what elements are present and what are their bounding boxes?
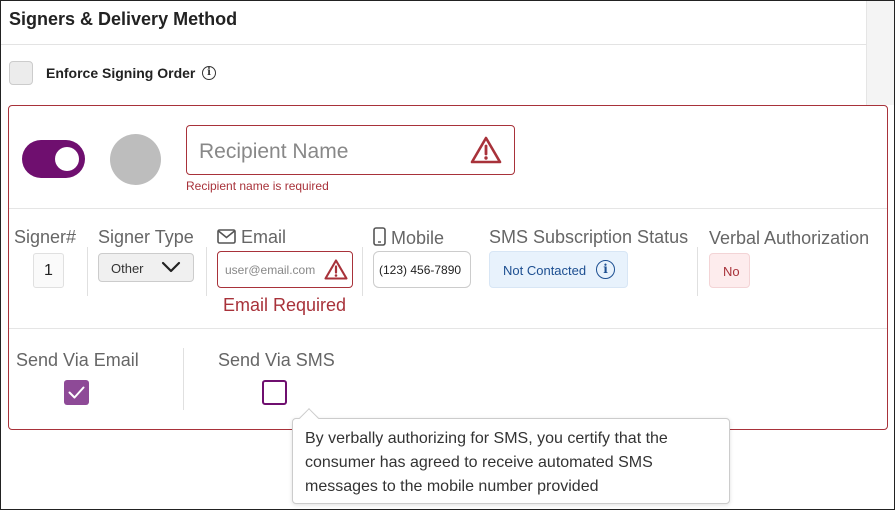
tooltip-text: By verbally authorizing for SMS, you cer…	[305, 430, 668, 495]
recipient-name-placeholder: Recipient Name	[199, 140, 349, 163]
avatar	[110, 134, 161, 185]
signer-number: 1	[33, 253, 64, 288]
send-via-sms-label: Send Via SMS	[218, 350, 335, 370]
email-placeholder: user@email.com	[225, 263, 316, 277]
toggle-knob	[55, 147, 79, 171]
mobile-value: (123) 456-7890	[379, 263, 462, 277]
checkmark-icon	[68, 386, 85, 399]
verbal-authorization-header: Verbal Authorization	[709, 228, 870, 248]
scrollbar[interactable]	[866, 1, 894, 105]
chevron-down-icon	[161, 261, 181, 273]
signer-type-value: Other	[111, 261, 144, 276]
email-header-label: Email	[241, 227, 287, 247]
info-icon[interactable]: i	[596, 260, 615, 279]
enforce-signing-order-label: Enforce Signing Order	[46, 65, 196, 81]
page-title: Signers & Delivery Method	[9, 9, 238, 29]
signer-type-select[interactable]: Other	[98, 253, 194, 282]
envelope-icon	[217, 229, 236, 244]
divider	[9, 328, 887, 329]
info-icon[interactable]: i	[202, 66, 216, 80]
column-divider	[362, 247, 363, 296]
signer-type-header: Signer Type	[98, 227, 194, 247]
column-divider	[206, 247, 207, 296]
email-error: Email Required	[223, 295, 347, 315]
verbal-authorization-badge: No	[709, 253, 750, 288]
recipient-name-error: Recipient name is required	[186, 179, 329, 193]
divider	[1, 44, 866, 45]
send-via-email-checkbox[interactable]	[64, 380, 89, 405]
column-divider	[87, 247, 88, 296]
warning-icon	[324, 259, 348, 280]
send-via-email-label: Send Via Email	[16, 350, 139, 370]
send-via-sms-checkbox[interactable]	[262, 380, 287, 405]
sms-status-badge: Not Contacted i	[489, 251, 628, 288]
mobile-header-label: Mobile	[391, 228, 445, 248]
warning-icon	[470, 136, 502, 164]
mobile-input[interactable]: (123) 456-7890	[373, 251, 471, 288]
email-input[interactable]: user@email.com	[217, 251, 353, 288]
sms-tooltip: By verbally authorizing for SMS, you cer…	[292, 408, 730, 504]
mobile-header: Mobile	[373, 227, 444, 249]
recipient-name-input[interactable]: Recipient Name	[186, 125, 515, 175]
mobile-phone-icon	[373, 227, 386, 246]
email-header: Email	[217, 227, 286, 248]
enforce-signing-order-checkbox[interactable]	[9, 61, 33, 85]
verbal-authorization-value: No	[723, 264, 740, 279]
sms-status-header: SMS Subscription Status	[489, 227, 689, 247]
signer-number-header: Signer#	[14, 227, 77, 247]
divider	[9, 208, 887, 209]
sms-status-value: Not Contacted	[503, 263, 587, 278]
column-divider	[183, 348, 184, 410]
recipient-enabled-toggle[interactable]	[22, 140, 85, 178]
column-divider	[697, 247, 698, 296]
